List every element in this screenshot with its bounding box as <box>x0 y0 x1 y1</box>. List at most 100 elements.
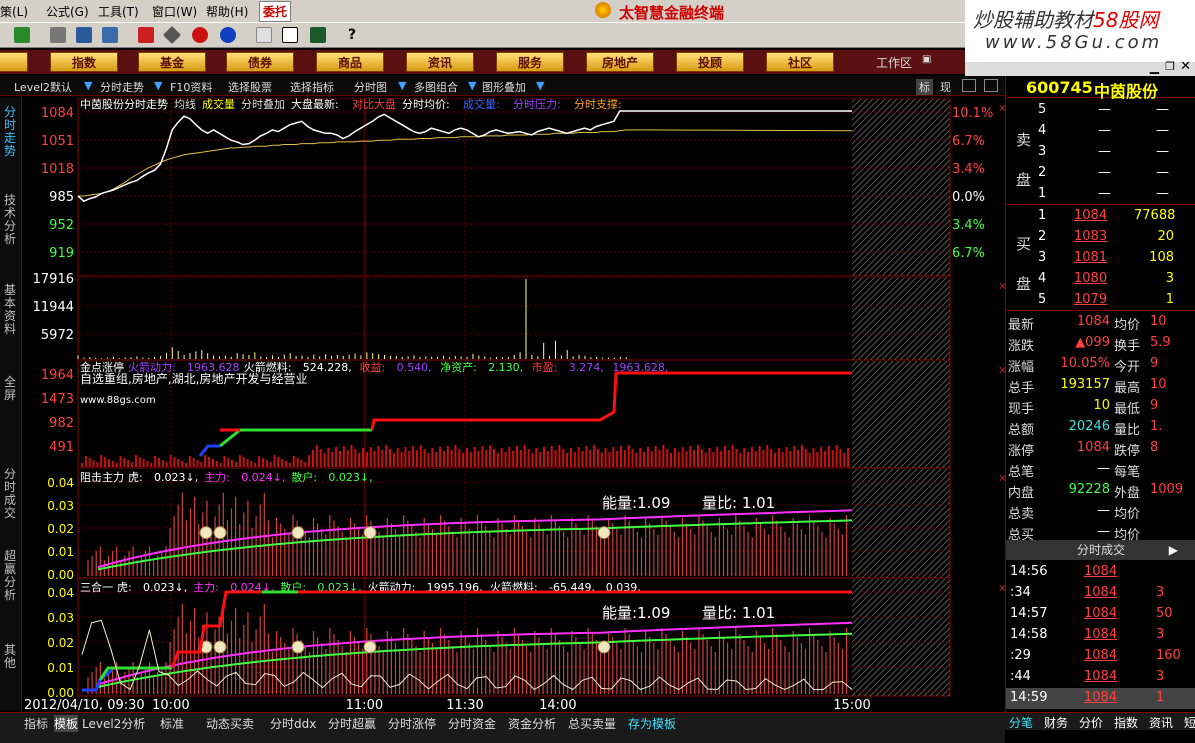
document-icon[interactable] <box>256 27 272 43</box>
nav-commodity[interactable]: 商品 <box>316 52 384 72</box>
tab-technical[interactable]: 技术分析 <box>3 194 17 246</box>
percent-axis-label: 6.7% <box>952 134 985 149</box>
nav-stock[interactable]: 股 <box>0 52 28 72</box>
nav-advisor[interactable]: 投顾 <box>676 52 744 72</box>
bottom-tab[interactable]: 存为模板 <box>628 715 676 732</box>
percent-axis-label: 0.0% <box>952 190 985 205</box>
close-icon[interactable]: ✕ <box>1180 59 1191 74</box>
nav-bond[interactable]: 债券 <box>226 52 294 72</box>
help-cursor-icon[interactable]: ? <box>344 27 360 43</box>
globe-icon[interactable] <box>220 27 236 43</box>
bottom-tab[interactable]: 动态买卖 <box>206 715 254 732</box>
alert-icon[interactable] <box>138 27 154 43</box>
bottom-tab[interactable]: 标准 <box>160 715 184 732</box>
workspace-label[interactable]: 工作区 <box>876 54 912 71</box>
tick-price: 1084 <box>1084 606 1118 621</box>
tab-other[interactable]: 其他 <box>3 644 17 670</box>
sell-row: 4 — — <box>1006 121 1195 142</box>
stat-value: 1084 <box>1076 440 1110 455</box>
quote-bottom-tab[interactable]: 分价 <box>1079 714 1103 731</box>
bottom-tab[interactable]: 模板 <box>54 715 79 732</box>
stat-key: 换手 <box>1114 339 1141 354</box>
maximize-icon[interactable] <box>984 79 998 92</box>
template-select[interactable]: Level2默认 <box>14 79 72 95</box>
dropdown-arrow-icon[interactable]: ▼ <box>536 79 544 92</box>
tick-volume: 50 <box>1156 606 1173 621</box>
nav-community[interactable]: 社区 <box>766 52 834 72</box>
trade-tab[interactable]: 委托 <box>259 1 292 22</box>
sell-price: — <box>1098 123 1111 138</box>
menu-item-formula[interactable]: 公式(G) <box>46 3 89 20</box>
tab-fullscreen[interactable]: 全屏 <box>3 376 17 402</box>
nav-realestate[interactable]: 房地产 <box>586 52 654 72</box>
record-icon[interactable] <box>192 27 208 43</box>
price-axis-label: 1084 <box>41 106 74 121</box>
select-stock-button[interactable]: 选择股票 <box>228 79 272 95</box>
play-icon[interactable]: ▶ <box>1169 540 1178 560</box>
nav-service[interactable]: 服务 <box>496 52 564 72</box>
columns-icon[interactable] <box>50 27 66 43</box>
diamond-icon[interactable] <box>162 25 182 45</box>
tab-intraday-vertical[interactable]: 分时走势 <box>3 106 17 158</box>
bottom-tab[interactable]: 分时超赢 <box>328 715 376 732</box>
dropdown-arrow-icon[interactable]: ▼ <box>468 79 476 92</box>
nav-index[interactable]: 指数 <box>50 52 118 72</box>
tab-f10[interactable]: F10资料 <box>170 79 212 95</box>
time-axis-label: 15:00 <box>833 698 870 710</box>
buy-row: 1 1084 77688 <box>1006 206 1195 227</box>
menu-item-strategy[interactable]: 策(L) <box>0 3 28 20</box>
tab-intraday[interactable]: 分时走势 <box>100 79 144 95</box>
buy-row: 3 1081 108 <box>1006 248 1195 269</box>
bottom-tab[interactable]: Level2分析 <box>82 715 145 732</box>
quote-bottom-tab[interactable]: 财务 <box>1044 714 1068 731</box>
quote-bottom-tab[interactable]: 资讯 <box>1149 714 1173 731</box>
bottom-tab[interactable]: 分时涨停 <box>388 715 436 732</box>
dropdown-arrow-icon[interactable]: ▼ <box>154 79 162 92</box>
percent-axis-label: 3.4% <box>952 218 985 233</box>
tab-trades[interactable]: 分时成交 <box>3 468 17 520</box>
bottom-tab[interactable]: 总买卖量 <box>568 715 616 732</box>
bottom-tab[interactable]: 指标 <box>24 715 48 732</box>
flag-icon[interactable] <box>14 27 30 43</box>
jindian-header-item: 2.130, <box>488 361 523 374</box>
nav-news[interactable]: 资讯 <box>406 52 474 72</box>
binoculars-icon[interactable] <box>76 27 92 43</box>
menu-item-help[interactable]: 帮助(H) <box>206 3 248 20</box>
tab-fundamentals[interactable]: 基本资料 <box>3 284 17 336</box>
select-indicator-button[interactable]: 选择指标 <box>290 79 334 95</box>
osc-line-white <box>81 619 853 691</box>
panel-frame-1 <box>77 275 951 361</box>
price-header-item: 分时叠加 <box>241 98 285 111</box>
minimize-icon[interactable]: ▁ <box>1150 60 1159 74</box>
stat-row: 现手 10 最低 9 <box>1006 396 1195 417</box>
menu-item-window[interactable]: 窗口(W) <box>152 3 197 20</box>
quote-bottom-tab[interactable]: 指数 <box>1114 714 1138 731</box>
layout-icon[interactable] <box>962 79 976 92</box>
price-axis-label: 919 <box>49 246 74 261</box>
mark-button[interactable]: 标 <box>916 79 933 95</box>
quote-bottom-tab[interactable]: 短 <box>1184 714 1195 731</box>
buy-price: 1079 <box>1074 292 1108 307</box>
osc-axis-label: 0.00 <box>47 568 74 582</box>
tab-intraday-chart[interactable]: 分时图 <box>354 79 387 95</box>
workspace-dropdown-icon[interactable]: ▣ <box>922 54 931 65</box>
nav-fund[interactable]: 基金 <box>138 52 206 72</box>
bottom-tab[interactable]: 分时资金 <box>448 715 496 732</box>
tick-price: 1084 <box>1084 690 1118 705</box>
people-icon[interactable] <box>102 27 118 43</box>
quote-bottom-tab[interactable]: 分笔 <box>1009 714 1033 731</box>
restore-icon[interactable]: ❐ <box>1165 60 1175 73</box>
current-button[interactable]: 现 <box>940 79 951 95</box>
bottom-tab[interactable]: 分时ddx <box>270 715 316 732</box>
chart-overlay-button[interactable]: 图形叠加 <box>482 79 526 95</box>
menu-item-tools[interactable]: 工具(T) <box>98 3 139 20</box>
books-icon[interactable] <box>310 27 326 43</box>
ticks-header[interactable]: 分时成交 ▶ <box>1006 540 1195 560</box>
tab-super-analysis[interactable]: 超赢分析 <box>3 550 17 602</box>
bottom-tab[interactable]: 资金分析 <box>508 715 556 732</box>
osc-axis-label: 0.01 <box>47 661 74 675</box>
multi-chart-button[interactable]: 多图组合 <box>414 79 458 95</box>
dropdown-arrow-icon[interactable]: ▼ <box>84 79 92 92</box>
window-icon[interactable] <box>282 27 298 43</box>
dropdown-arrow-icon[interactable]: ▼ <box>398 79 406 92</box>
